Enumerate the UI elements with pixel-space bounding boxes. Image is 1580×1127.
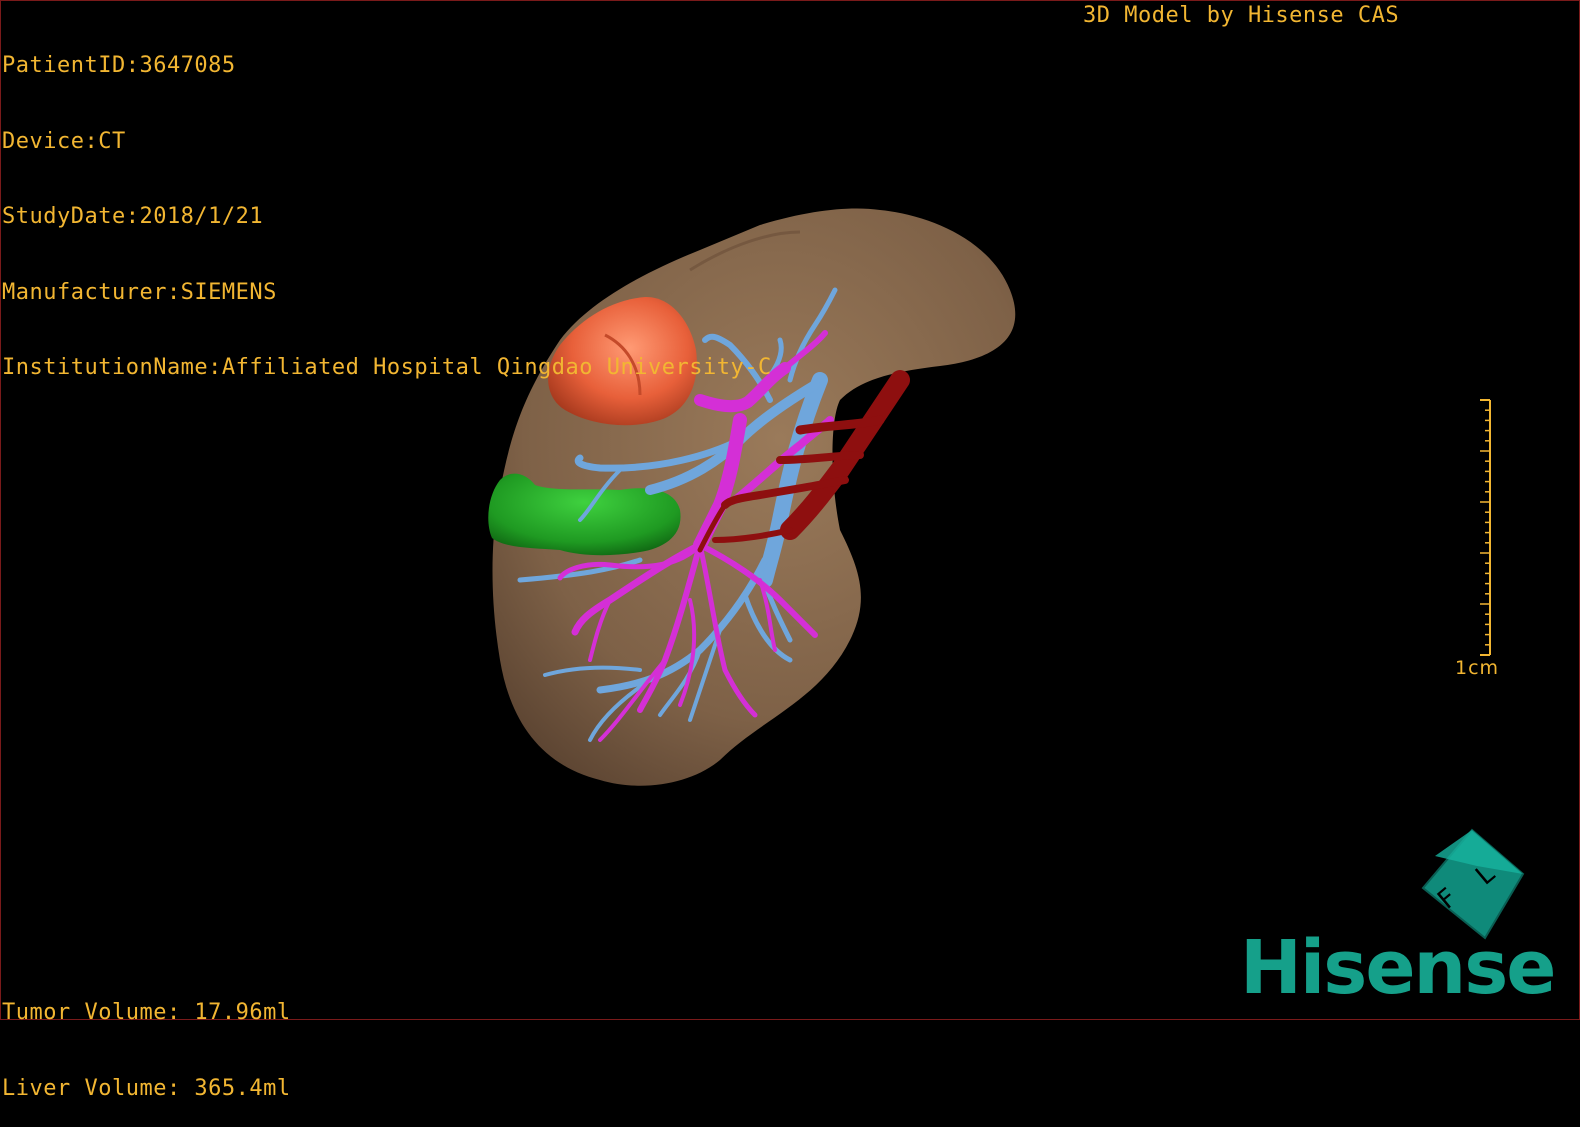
scale-bar [1480,399,1491,656]
study-date-text: StudyDate:2018/1/21 [2,204,264,229]
institution-text: InstitutionName:Affiliated Hospital Qing… [2,355,772,380]
device-text: Device:CT [2,128,126,154]
tumor-volume-text: Tumor Volume: 17.96ml [2,1000,291,1025]
hisense-logo: Hisense [1240,925,1556,1011]
volume-readout: Tumor Volume: 17.96ml Liver Volume: 365.… [2,950,291,1127]
scale-label: 1cm [1455,657,1500,679]
patient-info-overlay: PatientID:3647085 Device:CT StudyDate:20… [2,3,772,406]
liver-volume-text: Liver Volume: 365.4ml [2,1076,291,1101]
model-credit-text: 3D Model by Hisense CAS [1083,3,1400,28]
manufacturer-text: Manufacturer:SIEMENS [2,279,277,305]
patient-id-text: PatientID:3647085 [2,53,236,78]
